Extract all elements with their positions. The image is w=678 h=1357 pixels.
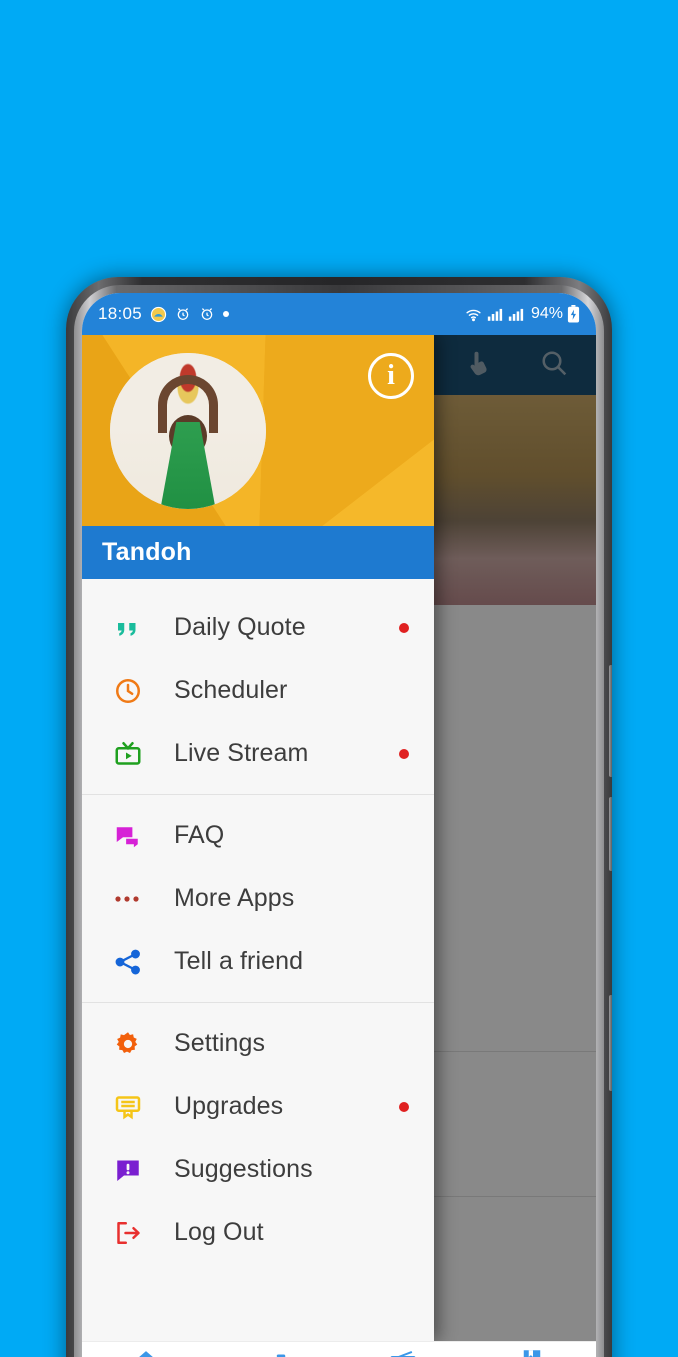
logout-arrow-icon — [108, 1218, 148, 1248]
clock-icon — [108, 676, 148, 706]
navigation-drawer: i Tandoh Daily Quote Scheduler Live Stre… — [82, 335, 434, 1341]
phone-frame: Trivia Videos lly Nothingarian Says o... — [66, 277, 612, 1357]
menu-item-label: More Apps — [174, 884, 295, 912]
menu-group-account: Settings Upgrades Suggestions Log Out — [82, 1002, 434, 1273]
power-button[interactable] — [609, 995, 612, 1091]
nav-item-home[interactable] — [82, 1347, 211, 1357]
drawer-header: i — [82, 335, 434, 526]
alert-bubble-icon — [108, 1155, 148, 1185]
menu-item-label: Live Stream — [174, 739, 309, 767]
alarm-icon — [199, 306, 215, 322]
alarm-icon — [175, 306, 191, 322]
clock: 18:05 — [98, 304, 143, 323]
signal-icon — [508, 306, 525, 322]
tv-icon — [108, 739, 148, 769]
menu-item-label: Daily Quote — [174, 613, 306, 641]
status-bar-left: 18:05 — [98, 304, 230, 324]
badge-dot — [399, 748, 409, 759]
bottom-navigation — [82, 1341, 596, 1357]
share-icon — [108, 947, 148, 977]
menu-item-label: Scheduler — [174, 676, 288, 704]
menu-item-label: Settings — [174, 1029, 266, 1057]
drawer-menu: Daily Quote Scheduler Live Stream FAQ Mo… — [82, 579, 434, 1341]
menu-item-settings[interactable]: Settings — [82, 1012, 434, 1075]
dot-icon — [223, 311, 230, 317]
quote-icon — [108, 613, 148, 643]
volume-down-button[interactable] — [609, 797, 612, 871]
gear-icon — [108, 1029, 148, 1059]
menu-group-content: Daily Quote Scheduler Live Stream — [82, 587, 434, 794]
nav-item-radio[interactable] — [339, 1347, 468, 1357]
menu-item-log-out[interactable]: Log Out — [82, 1201, 434, 1264]
book-icon — [517, 1347, 547, 1357]
home-icon — [131, 1347, 161, 1357]
chat-bubbles-icon — [108, 821, 148, 851]
drawer-name-bar: Tandoh — [82, 526, 434, 579]
nav-item-book[interactable] — [468, 1347, 597, 1357]
menu-item-label: FAQ — [174, 821, 225, 849]
menu-item-suggestions[interactable]: Suggestions — [82, 1138, 434, 1201]
menu-item-label: Upgrades — [174, 1092, 284, 1120]
volume-up-button[interactable] — [609, 665, 612, 777]
more-dots-icon — [108, 892, 148, 906]
status-bar-right: 94% — [464, 305, 580, 323]
menu-item-more-apps[interactable]: More Apps — [82, 867, 434, 930]
weather-icon — [150, 306, 167, 323]
menu-item-tell-a-friend[interactable]: Tell a friend — [82, 930, 434, 993]
menu-item-scheduler[interactable]: Scheduler — [82, 659, 434, 722]
wifi-icon — [464, 306, 483, 323]
menu-group-help: FAQ More Apps Tell a friend — [82, 794, 434, 1002]
badge-dot — [399, 622, 409, 633]
phone-screen: Trivia Videos lly Nothingarian Says o... — [82, 293, 596, 1357]
info-icon[interactable]: i — [368, 353, 414, 399]
badge-dot — [399, 1101, 409, 1112]
menu-item-label: Suggestions — [174, 1155, 313, 1183]
user-name: Tandoh — [102, 538, 192, 566]
trending-icon — [260, 1347, 290, 1357]
certificate-icon — [108, 1092, 148, 1122]
signal-icon — [487, 306, 504, 322]
battery-level: 94% — [530, 305, 563, 322]
menu-item-label: Tell a friend — [174, 947, 304, 975]
menu-item-live-stream[interactable]: Live Stream — [82, 722, 434, 785]
menu-item-faq[interactable]: FAQ — [82, 804, 434, 867]
radio-icon — [388, 1347, 418, 1357]
menu-item-daily-quote[interactable]: Daily Quote — [82, 596, 434, 659]
battery-charging-icon — [567, 305, 580, 323]
avatar[interactable] — [110, 353, 266, 509]
status-bar: 18:05 94% — [82, 293, 596, 335]
menu-item-upgrades[interactable]: Upgrades — [82, 1075, 434, 1138]
nav-item-trending[interactable] — [211, 1347, 340, 1357]
menu-item-label: Log Out — [174, 1218, 264, 1246]
